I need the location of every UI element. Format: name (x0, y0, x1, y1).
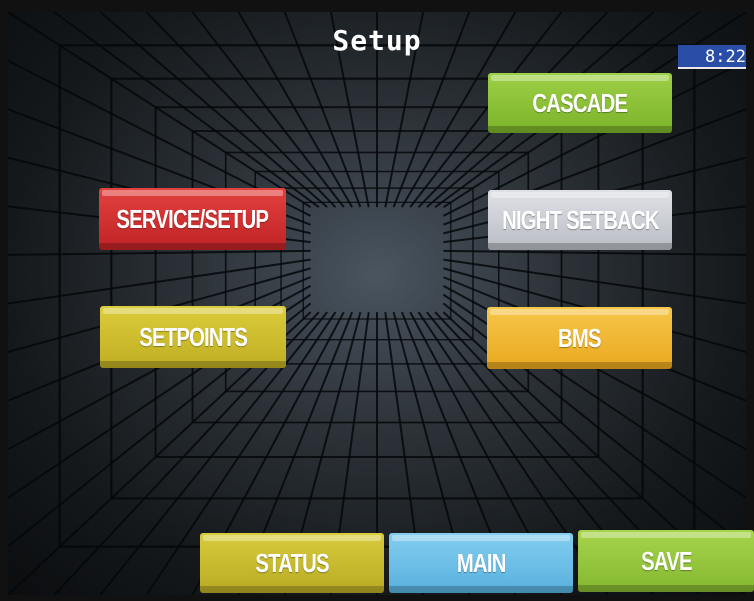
service-setup-button[interactable]: SERVICE/SETUP (99, 188, 286, 250)
save-button-label: SAVE (640, 545, 692, 576)
night-setback-button[interactable]: NIGHT SETBACK (488, 190, 672, 250)
status-button-label: STATUS (255, 547, 329, 578)
service-setup-button-label: SERVICE/SETUP (116, 203, 270, 234)
device-screen: Setup 8:22 CASCADE SERVICE/SETUP NIGHT S… (0, 0, 754, 601)
cascade-button-label: CASCADE (532, 87, 629, 118)
grid-line (8, 249, 311, 256)
cascade-button[interactable]: CASCADE (488, 73, 672, 133)
bms-button[interactable]: BMS (487, 307, 672, 369)
bms-button-label: BMS (558, 322, 602, 353)
page-title: Setup (332, 24, 422, 57)
main-button[interactable]: MAIN (389, 533, 573, 593)
setpoints-button[interactable]: SETPOINTS (100, 306, 286, 368)
setpoints-button-label: SETPOINTS (139, 321, 248, 352)
save-button[interactable]: SAVE (578, 530, 754, 592)
grid-line (443, 249, 746, 256)
status-button[interactable]: STATUS (200, 533, 384, 593)
main-button-label: MAIN (456, 547, 506, 578)
clock-display: 8:22 (678, 45, 746, 69)
night-setback-button-label: NIGHT SETBACK (501, 204, 659, 235)
